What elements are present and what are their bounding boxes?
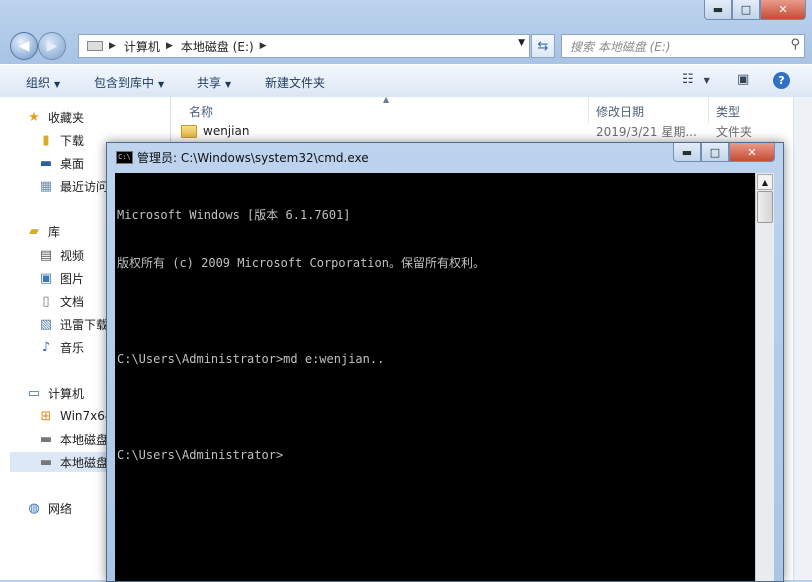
view-options-button[interactable]: ☷ ▼	[682, 72, 710, 87]
back-button[interactable]: ◀	[10, 32, 38, 60]
address-bar[interactable]: ▶ 计算机 ▶ 本地磁盘 (E:) ▶ ▼	[78, 34, 530, 58]
refresh-button[interactable]: ⇆	[531, 34, 555, 58]
cmd-close-button[interactable]: ✕	[729, 143, 775, 162]
breadcrumb-drive-e[interactable]: 本地磁盘 (E:)	[181, 38, 254, 55]
column-header-modified[interactable]: 修改日期	[596, 103, 644, 120]
file-type: 文件夹	[716, 124, 753, 139]
library-icon: ▰	[29, 223, 39, 239]
column-header-name[interactable]: 名称	[189, 103, 213, 120]
new-folder-button[interactable]: 新建文件夹	[265, 74, 325, 91]
breadcrumb-computer[interactable]: 计算机	[124, 38, 160, 55]
drive-icon: ▬	[39, 454, 53, 470]
windows-drive-icon: ⊞	[40, 408, 52, 424]
recent-places-icon: ▦	[39, 178, 53, 194]
dropdown-icon: ▼	[158, 80, 165, 89]
cmd-title: 管理员: C:\Windows\system32\cmd.exe	[137, 151, 369, 165]
preview-pane-icon: ▣	[737, 72, 750, 87]
drive-icon: ▬	[39, 431, 53, 447]
scroll-up-icon[interactable]: ▲	[757, 174, 773, 190]
star-icon: ★	[28, 109, 40, 125]
column-header-type[interactable]: 类型	[716, 103, 740, 120]
explorer-caption-buttons: ▬ □ ✕	[704, 0, 806, 20]
sort-arrow-icon: ▲	[383, 95, 390, 104]
search-input[interactable]: 搜索 本地磁盘 (E:) ⚲	[561, 34, 805, 58]
maximize-button[interactable]: □	[732, 0, 760, 20]
search-placeholder: 搜索 本地磁盘 (E:)	[570, 39, 671, 54]
dropdown-icon: ▼	[225, 80, 232, 89]
column-separator[interactable]	[708, 97, 709, 123]
file-name: wenjian	[203, 124, 250, 138]
cmd-caption-buttons: ▬ □ ✕	[673, 143, 775, 162]
console-line: C:\Users\Administrator>md e:wenjian..	[117, 352, 385, 366]
picture-icon: ▣	[39, 270, 53, 286]
breadcrumb-arrow-icon[interactable]: ▶	[260, 41, 267, 51]
network-icon: ◍	[28, 500, 40, 516]
forward-button[interactable]: ▶	[38, 32, 66, 60]
back-arrow-icon: ◀	[18, 38, 30, 54]
music-icon: ♪	[41, 339, 51, 355]
file-row-wenjian[interactable]: wenjian 2019/3/21 星期... 文件夹	[181, 121, 781, 141]
dropdown-icon: ▼	[54, 80, 61, 89]
thunder-folder-icon: ▧	[39, 316, 53, 332]
video-icon: ▤	[39, 247, 53, 263]
cmd-minimize-button[interactable]: ▬	[673, 143, 701, 162]
address-dropdown-icon[interactable]: ▼	[518, 38, 525, 48]
organize-button[interactable]: 组织 ▼	[26, 74, 60, 91]
explorer-scrollbar[interactable]	[793, 97, 812, 580]
command-bar: 组织 ▼ 包含到库中 ▼ 共享 ▼ 新建文件夹 ☷ ▼ ▣ ?	[0, 64, 812, 98]
drive-icon	[87, 41, 103, 51]
cmd-icon: C:\	[116, 151, 133, 164]
console-line: Microsoft Windows [版本 6.1.7601]	[117, 208, 351, 222]
downloads-folder-icon: ▮	[42, 132, 50, 148]
search-icon[interactable]: ⚲	[790, 37, 800, 52]
preview-pane-button[interactable]: ▣	[737, 72, 749, 87]
dropdown-icon: ▼	[703, 76, 710, 85]
breadcrumb-arrow-icon[interactable]: ▶	[166, 41, 173, 51]
refresh-icon: ⇆	[537, 38, 549, 54]
console-output[interactable]: Microsoft Windows [版本 6.1.7601] 版权所有 (c)…	[115, 173, 755, 581]
console-line: 版权所有 (c) 2009 Microsoft Corporation。保留所有…	[117, 256, 485, 270]
breadcrumb-arrow-icon[interactable]: ▶	[109, 41, 116, 51]
cmd-window: C:\ 管理员: C:\Windows\system32\cmd.exe ▬ □…	[106, 142, 784, 582]
cmd-maximize-button[interactable]: □	[701, 143, 729, 162]
file-modified: 2019/3/21 星期...	[596, 124, 697, 139]
console-prompt-line: C:\Users\Administrator>	[117, 448, 284, 462]
column-separator[interactable]	[588, 97, 589, 123]
include-in-library-button[interactable]: 包含到库中 ▼	[94, 74, 164, 91]
view-list-icon: ☷	[682, 72, 694, 87]
share-button[interactable]: 共享 ▼	[197, 74, 231, 91]
document-icon: ▯	[42, 293, 50, 309]
scroll-thumb[interactable]	[757, 191, 773, 223]
cmd-scrollbar[interactable]: ▲	[755, 173, 774, 581]
close-button[interactable]: ✕	[760, 0, 806, 20]
help-icon: ?	[778, 74, 785, 87]
computer-icon: ▭	[27, 385, 41, 401]
folder-icon	[181, 124, 197, 138]
forward-arrow-icon: ▶	[46, 38, 58, 54]
minimize-button[interactable]: ▬	[704, 0, 732, 20]
desktop-icon: ▬	[39, 155, 53, 171]
help-button[interactable]: ?	[773, 72, 790, 89]
